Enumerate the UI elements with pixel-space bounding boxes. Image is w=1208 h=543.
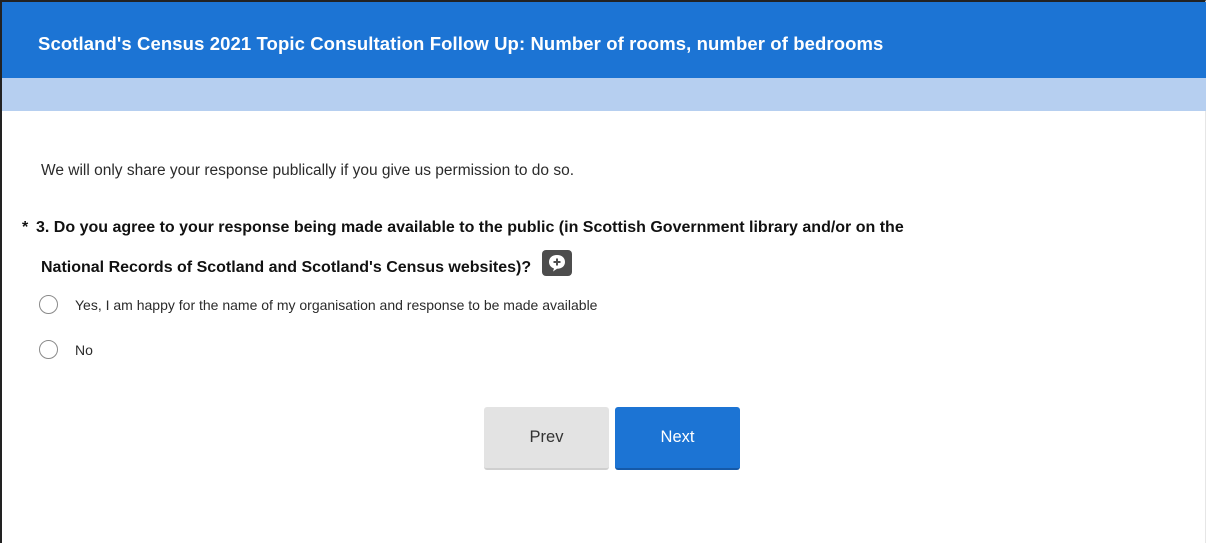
survey-header: Scotland's Census 2021 Topic Consultatio…: [2, 2, 1206, 78]
question-text-line1: 3. Do you agree to your response being m…: [36, 219, 904, 236]
comment-plus-icon[interactable]: [541, 250, 572, 276]
option-yes-label: Yes, I am happy for the name of my organ…: [75, 296, 598, 313]
option-no[interactable]: No: [39, 340, 93, 359]
question-3: * 3. Do you agree to your response being …: [22, 208, 1182, 288]
required-marker: *: [22, 219, 29, 236]
question-text-line2: National Records of Scotland and Scotlan…: [41, 259, 532, 276]
radio-yes[interactable]: [39, 295, 58, 314]
progress-band: [2, 78, 1206, 111]
survey-title: Scotland's Census 2021 Topic Consultatio…: [38, 33, 884, 54]
intro-text: We will only share your response publica…: [41, 162, 574, 179]
radio-no[interactable]: [39, 340, 58, 359]
option-no-label: No: [75, 341, 93, 358]
prev-button[interactable]: Prev: [484, 407, 609, 470]
next-button[interactable]: Next: [615, 407, 740, 470]
option-yes[interactable]: Yes, I am happy for the name of my organ…: [39, 295, 597, 314]
